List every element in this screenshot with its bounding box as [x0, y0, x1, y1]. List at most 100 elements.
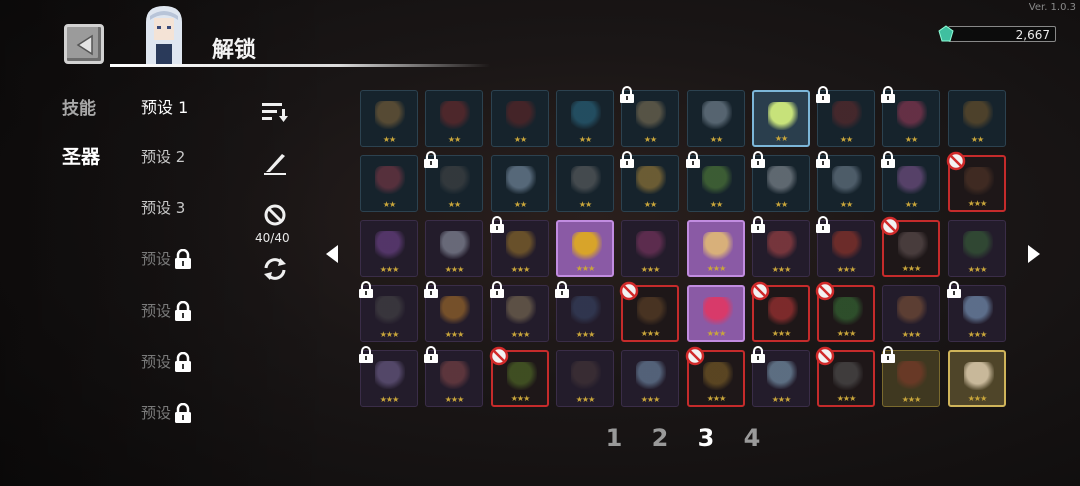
relic-slot[interactable]: ★★★ [621, 350, 679, 407]
preset-item-3[interactable]: 预设 3 [141, 197, 185, 218]
relic-slot[interactable]: ★★★ [489, 346, 549, 407]
relic-slot[interactable]: ★★★ [424, 346, 483, 407]
relic-icon [833, 362, 863, 390]
relic-slot[interactable]: ★★ [556, 155, 614, 212]
relic-slot[interactable]: ★★★ [948, 220, 1006, 277]
next-page-arrow-icon[interactable] [1026, 244, 1042, 264]
relic-slot[interactable]: ★★★ [947, 281, 1006, 342]
relic-slot[interactable]: ★★★ [946, 151, 1006, 212]
currency-bar: 2,667 [948, 26, 1056, 42]
lock-icon [490, 216, 504, 233]
relic-slot[interactable]: ★★★ [359, 281, 418, 342]
rarity-stars: ★★★ [967, 265, 988, 274]
rarity-stars: ★★★ [901, 395, 922, 404]
relic-icon [507, 362, 537, 390]
relic-slot[interactable]: ★★★ [556, 350, 614, 407]
relic-slot[interactable]: ★★ [948, 90, 1006, 147]
reset-icon[interactable] [261, 256, 289, 282]
relic-slot[interactable]: ★★ [360, 90, 418, 147]
relic-slot[interactable]: ★★★ [881, 346, 940, 407]
page-button-1[interactable]: 1 [604, 424, 624, 452]
rarity-stars: ★★ [578, 135, 592, 144]
rarity-stars: ★★★ [640, 395, 661, 404]
currency-display: 2,667 [938, 24, 1056, 44]
relic-slot[interactable]: ★★ [881, 86, 940, 147]
relic-slot[interactable]: ★★ [751, 151, 810, 212]
preset-item-5[interactable]: 预设 [141, 300, 193, 321]
relic-slot[interactable]: ★★★ [948, 350, 1006, 407]
preset-item-7[interactable]: 预设 [141, 402, 193, 423]
rarity-stars: ★★ [839, 135, 853, 144]
relic-slot[interactable]: ★★ [620, 86, 679, 147]
relic-slot[interactable]: ★★★ [359, 346, 418, 407]
relic-slot[interactable]: ★★★ [750, 281, 810, 342]
relic-icon [636, 166, 666, 194]
relic-slot[interactable]: ★★★ [815, 281, 875, 342]
relic-slot[interactable]: ★★★ [687, 285, 745, 342]
lock-icon [490, 281, 504, 298]
relic-slot[interactable]: ★★★ [424, 281, 483, 342]
relic-slot[interactable]: ★★ [360, 155, 418, 212]
category-tab-relics[interactable]: 圣器 [62, 142, 100, 169]
relic-slot[interactable]: ★★ [556, 90, 614, 147]
relic-slot[interactable]: ★★ [687, 90, 745, 147]
preset-item-4[interactable]: 预设 [141, 248, 193, 269]
relic-slot[interactable]: ★★★ [490, 216, 549, 277]
page-button-3[interactable]: 3 [696, 424, 716, 452]
rarity-stars: ★★ [447, 200, 461, 209]
relic-slot[interactable]: ★★★ [815, 346, 875, 407]
relic-slot[interactable]: ★★★ [425, 220, 483, 277]
rarity-stars: ★★★ [575, 395, 596, 404]
page-button-2[interactable]: 2 [650, 424, 670, 452]
enabled-count: 40/40 [255, 231, 290, 245]
relic-slot[interactable]: ★★★ [619, 281, 679, 342]
relic-slot[interactable]: ★★★ [360, 220, 418, 277]
lock-icon [359, 281, 373, 298]
relic-icon [506, 166, 536, 194]
relic-slot[interactable]: ★★★ [880, 216, 940, 277]
relic-slot[interactable]: ★★★ [556, 220, 614, 277]
relic-slot[interactable]: ★★ [881, 151, 940, 212]
relic-slot[interactable]: ★★ [424, 151, 483, 212]
relic-icon [506, 231, 536, 259]
relic-slot[interactable]: ★★★ [687, 220, 745, 277]
lock-icon [555, 281, 569, 298]
preset-label: 预设 2 [141, 148, 186, 166]
prev-page-arrow-icon[interactable] [324, 244, 340, 264]
lock-icon [175, 248, 192, 269]
relic-icon [375, 101, 405, 129]
relic-slot[interactable]: ★★ [491, 90, 549, 147]
relic-slot[interactable]: ★★★ [882, 285, 940, 342]
relic-icon [832, 101, 862, 129]
quill-edit-icon[interactable] [262, 150, 288, 176]
relic-slot[interactable]: ★★ [816, 151, 875, 212]
preset-item-1[interactable]: 预设 1 [141, 94, 188, 118]
relic-slot[interactable]: ★★★ [751, 216, 810, 277]
relic-slot[interactable]: ★★★ [685, 346, 745, 407]
relic-slot[interactable]: ★★ [816, 86, 875, 147]
relic-slot[interactable]: ★★★ [751, 346, 810, 407]
back-button[interactable] [64, 24, 104, 64]
rarity-stars: ★★★ [836, 394, 857, 403]
category-tab-skills[interactable]: 技能 [62, 94, 96, 119]
relic-slot[interactable]: ★★ [425, 90, 483, 147]
relic-slot[interactable]: ★★ [620, 151, 679, 212]
relic-slot[interactable]: ★★ [752, 90, 810, 147]
relic-icon [832, 231, 862, 259]
rarity-stars: ★★ [904, 135, 918, 144]
relic-slot[interactable]: ★★ [491, 155, 549, 212]
preset-item-6[interactable]: 预设 [141, 351, 193, 372]
page-button-4[interactable]: 4 [742, 424, 762, 452]
relic-icon [702, 166, 732, 194]
preset-item-2[interactable]: 预设 2 [141, 146, 185, 167]
disable-all-icon[interactable] [263, 203, 287, 227]
relic-slot[interactable]: ★★★ [816, 216, 875, 277]
rarity-stars: ★★★ [575, 264, 596, 273]
relic-icon [375, 166, 405, 194]
relic-slot[interactable]: ★★★ [490, 281, 549, 342]
relic-slot[interactable]: ★★ [686, 151, 745, 212]
rarity-stars: ★★ [970, 135, 984, 144]
relic-slot[interactable]: ★★★ [555, 281, 614, 342]
sort-icon[interactable] [261, 101, 289, 123]
relic-slot[interactable]: ★★★ [621, 220, 679, 277]
